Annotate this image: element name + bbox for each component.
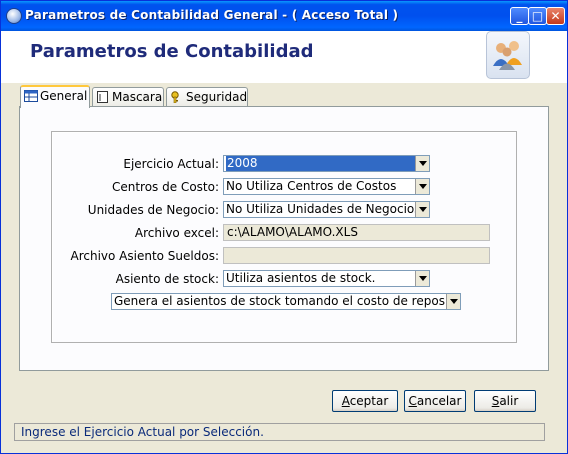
- sueldos-label: Archivo Asiento Sueldos:: [70, 249, 219, 263]
- exit-label-rest: alir: [499, 394, 519, 408]
- app-globe-icon[interactable]: [6, 8, 22, 24]
- stock-select[interactable]: Utiliza asientos de stock.: [223, 270, 430, 287]
- key-icon: [170, 90, 184, 104]
- cancel-label-rest: ancelar: [416, 394, 462, 408]
- centros-value: No Utiliza Centros de Costos: [226, 179, 397, 193]
- excel-label: Archivo excel:: [134, 226, 219, 240]
- ejercicio-select[interactable]: 2008: [223, 155, 430, 172]
- chevron-down-icon[interactable]: [415, 271, 429, 286]
- tab-seguridad[interactable]: Seguridad: [166, 87, 248, 107]
- stock-label: Asiento de stock:: [115, 272, 219, 286]
- exit-button[interactable]: Salir: [474, 390, 536, 412]
- title-bar[interactable]: Parametros de Contabilidad General - ( A…: [1, 1, 567, 31]
- costo-select[interactable]: Genera el asientos de stock tomando el c…: [111, 293, 461, 310]
- close-button[interactable]: ✕: [546, 7, 565, 25]
- unidades-select[interactable]: No Utiliza Unidades de Negocios.: [223, 201, 430, 218]
- users-group-icon: [486, 31, 530, 79]
- status-bar: Ingrese el Ejercicio Actual por Selecció…: [14, 423, 545, 441]
- accept-label-rest: ceptar: [349, 394, 389, 408]
- document-icon: [96, 90, 110, 103]
- tab-seguridad-label: Seguridad: [186, 90, 248, 104]
- window-title: Parametros de Contabilidad General - ( A…: [25, 8, 399, 22]
- main-window: Parametros de Contabilidad General - ( A…: [0, 0, 568, 454]
- ejercicio-value: 2008: [226, 156, 415, 171]
- chevron-down-icon[interactable]: [446, 294, 460, 309]
- tab-general[interactable]: General: [20, 85, 90, 108]
- excel-field[interactable]: c:\ALAMO\ALAMO.XLS: [223, 224, 490, 241]
- ejercicio-label: Ejercicio Actual:: [123, 157, 219, 171]
- accept-mnemonic: A: [341, 394, 350, 408]
- chevron-down-icon[interactable]: [415, 156, 429, 171]
- tab-mascara[interactable]: Mascara: [92, 87, 164, 107]
- accept-button[interactable]: Aceptar: [332, 390, 398, 412]
- table-icon: [24, 89, 38, 102]
- maximize-button[interactable]: □: [528, 7, 547, 25]
- page-title: Parametros de Contabilidad: [30, 41, 314, 62]
- stock-value: Utiliza asientos de stock.: [226, 271, 376, 285]
- chevron-down-icon[interactable]: [415, 202, 429, 217]
- centros-label: Centros de Costo:: [111, 180, 219, 194]
- cancel-mnemonic: C: [408, 394, 417, 408]
- minimize-button[interactable]: _: [510, 7, 529, 25]
- sueldos-field[interactable]: [223, 247, 490, 264]
- unidades-value: No Utiliza Unidades de Negocios.: [226, 202, 425, 216]
- centros-select[interactable]: No Utiliza Centros de Costos: [223, 178, 430, 195]
- costo-value: Genera el asientos de stock tomando el c…: [114, 294, 461, 308]
- cancel-button[interactable]: Cancelar: [404, 390, 466, 412]
- tab-mascara-label: Mascara: [112, 90, 163, 104]
- unidades-label: Unidades de Negocio:: [87, 203, 219, 217]
- header: Parametros de Contabilidad: [1, 31, 567, 83]
- tab-general-label: General: [40, 89, 88, 103]
- chevron-down-icon[interactable]: [415, 179, 429, 194]
